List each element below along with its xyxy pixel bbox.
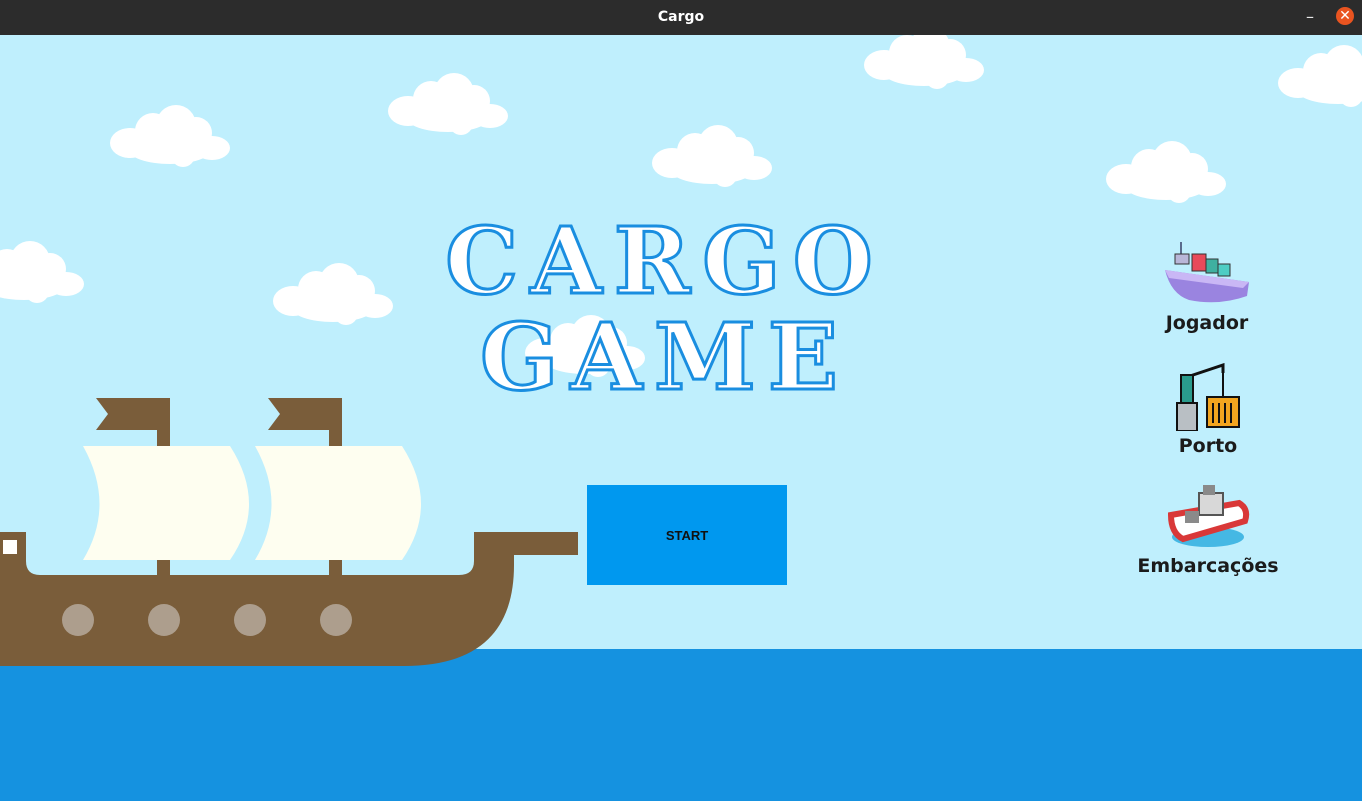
- menu-item-jogador[interactable]: Jogador: [1140, 240, 1274, 334]
- cloud-icon: [1106, 141, 1226, 203]
- minimize-button[interactable]: –: [1300, 9, 1320, 26]
- menu-item-porto[interactable]: Porto: [1148, 362, 1268, 457]
- cloud-icon: [864, 35, 984, 89]
- window-title: Cargo: [657, 9, 705, 25]
- cloud-icon: [1278, 45, 1362, 107]
- menu-label-jogador: Jogador: [1165, 312, 1249, 334]
- sea: [0, 649, 1362, 801]
- cloud-icon: [652, 125, 772, 187]
- game-title-line2: GAME: [479, 303, 850, 411]
- start-button[interactable]: START: [587, 485, 787, 585]
- tugboat-icon: [1167, 485, 1250, 547]
- game-scene: CARGO GAME START Jogador Porto Embarcaçõ…: [0, 35, 1362, 801]
- window-titlebar: Cargo – ✕: [0, 0, 1362, 35]
- menu-item-embarcacoes[interactable]: Embarcações: [1128, 481, 1288, 577]
- menu-label-embarcacoes: Embarcações: [1137, 555, 1279, 577]
- ship-icon: [0, 398, 578, 666]
- cloud-icon: [0, 241, 84, 303]
- cloud-icon: [388, 73, 508, 135]
- cloud-icon: [110, 105, 230, 167]
- cargo-ship-icon: [1165, 242, 1249, 303]
- close-button[interactable]: ✕: [1336, 7, 1354, 25]
- menu-label-porto: Porto: [1178, 435, 1238, 457]
- game-title-line1: CARGO: [444, 207, 885, 315]
- cloud-icon: [273, 263, 393, 325]
- game-title: CARGO GAME: [440, 207, 890, 411]
- port-crane-icon: [1176, 362, 1240, 432]
